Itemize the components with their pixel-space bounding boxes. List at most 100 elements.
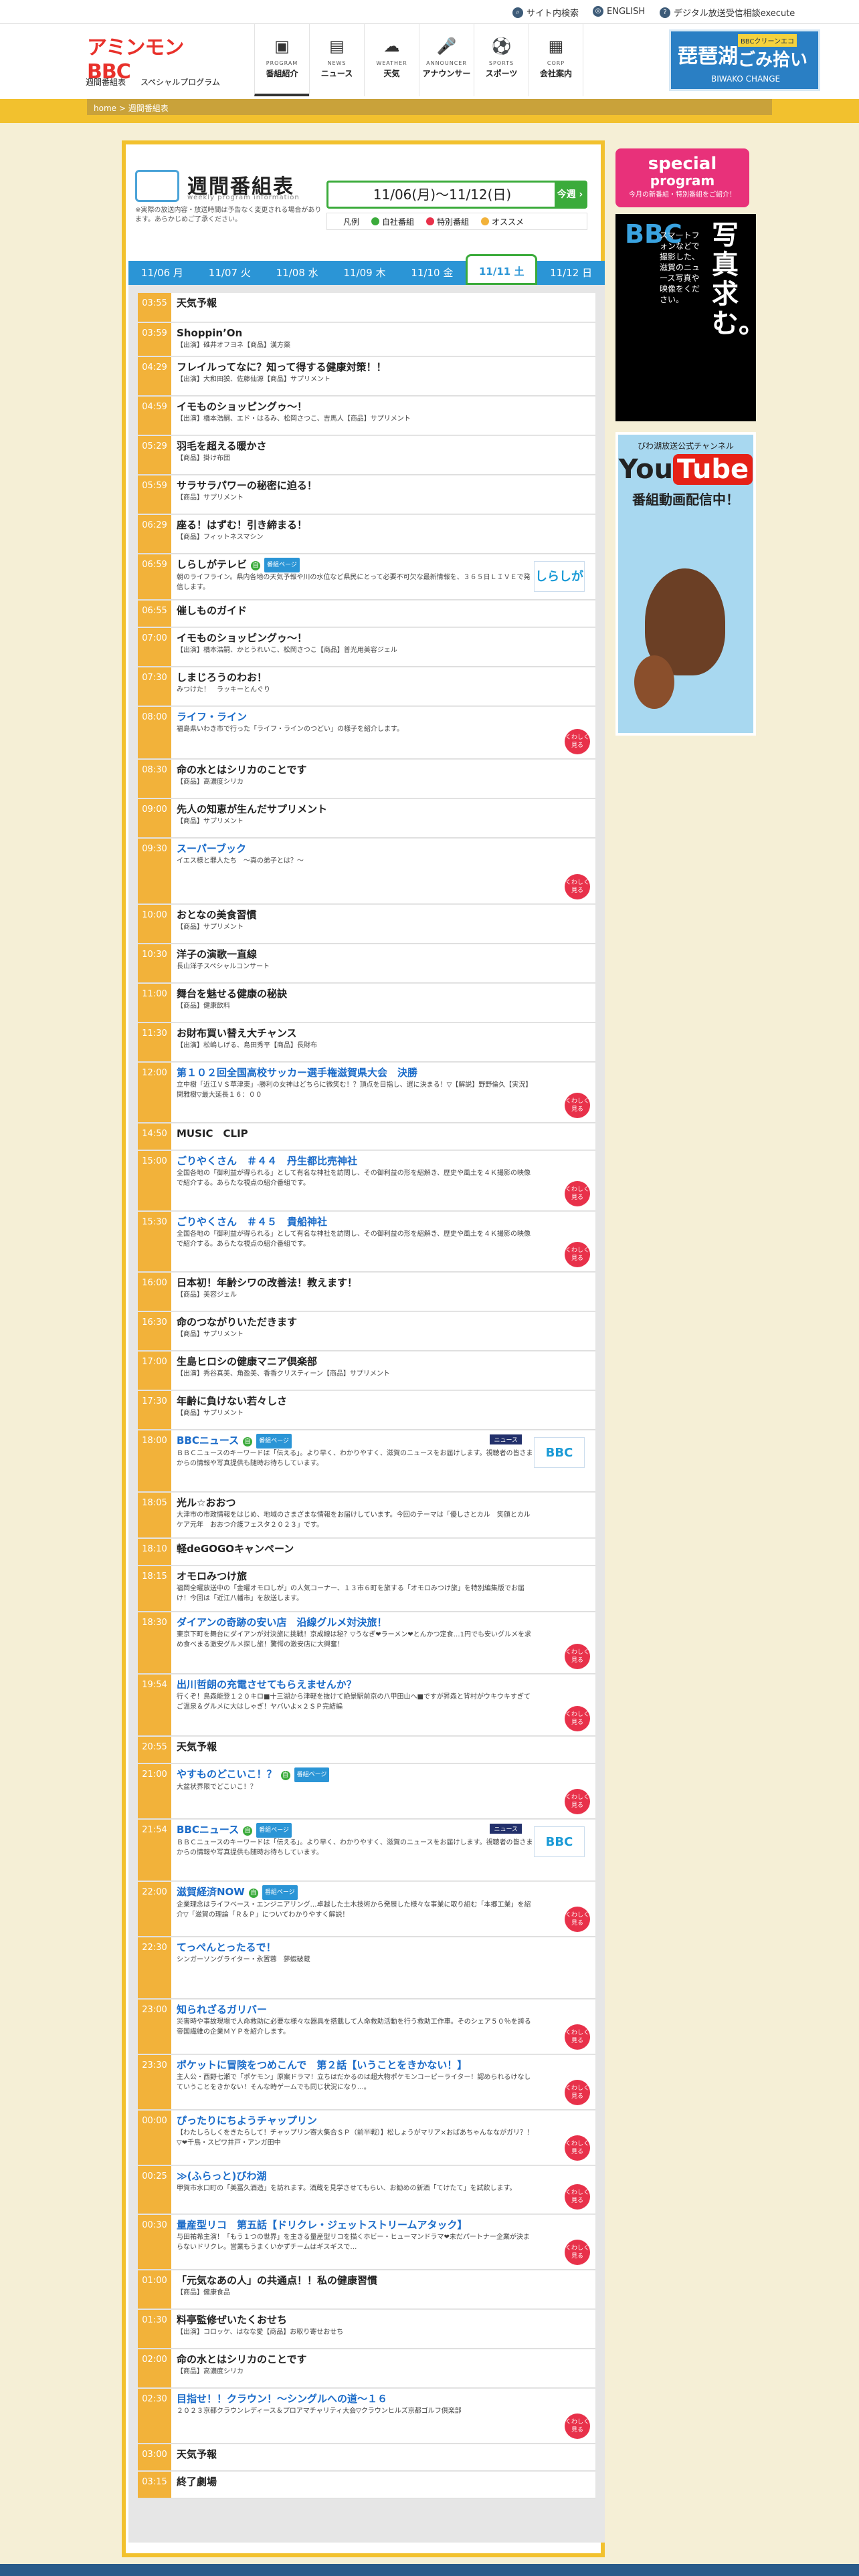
- program-title-text: 知られざるガリバー: [177, 2004, 268, 2016]
- special-program-link[interactable]: スペシャルプログラム: [140, 76, 220, 88]
- program-title[interactable]: ≫(ふらっと)びわ湖: [177, 2169, 535, 2183]
- program-title[interactable]: 第１０２回全国高校サッカー選手権滋賀県大会 決勝: [177, 1065, 535, 1080]
- program-title-text: 滋賀経済NOW: [177, 1886, 245, 1898]
- program-title[interactable]: てっぺんとったるで！: [177, 1940, 535, 1955]
- program-page-badge[interactable]: 番組ページ: [262, 1885, 298, 1900]
- program-title[interactable]: ライフ・ライン: [177, 710, 535, 724]
- program-page-badge[interactable]: 番組ページ: [294, 1767, 330, 1782]
- program-title-text: 命の水とはシリカのことです: [177, 2353, 307, 2365]
- program-desc: 【出演】碓井オフヨネ【商品】漢方薬: [177, 342, 290, 349]
- nav-corp[interactable]: ▦ CORP 会社案内: [529, 24, 583, 96]
- day-tab[interactable]: 11/08 水: [264, 261, 331, 285]
- program-time: 22:00: [138, 1882, 171, 1936]
- program-title[interactable]: 目指せ！！クラウン！〜シングルへの道〜１６: [177, 2391, 535, 2406]
- detail-button[interactable]: くわしく見る: [565, 1907, 590, 1932]
- program-row: 03:00 天気予報: [138, 2444, 595, 2471]
- program-title[interactable]: やすものどこいこ！？自番組ページ: [177, 1767, 535, 1782]
- breadcrumb-home[interactable]: home: [94, 104, 116, 113]
- program-title: 先人の知恵が生んだサプリメント: [177, 802, 535, 817]
- day-tab[interactable]: 11/07 火: [196, 261, 264, 285]
- special-line2: program: [650, 173, 715, 189]
- program-desc: みつけた！ ラッキーとんぐり: [177, 686, 270, 693]
- program-body: 催しものガイド: [177, 601, 595, 621]
- program-title-text: 年齢に負けない若々しさ: [177, 1395, 288, 1407]
- program-title[interactable]: 知られざるガリバー: [177, 2002, 535, 2017]
- program-row: 18:05 光ル☆おおつ 大津市の市政情報をはじめ、地域のさまざまな情報をお届けして…: [138, 1493, 595, 1538]
- day-tab[interactable]: 11/09 木: [331, 261, 399, 285]
- this-week-button[interactable]: 今週 ›: [555, 183, 585, 207]
- program-body: 光ル☆おおつ 大津市の市政情報をはじめ、地域のさまざまな情報をお届けしています。今…: [177, 1493, 595, 1533]
- program-desc: 【商品】サプリメント: [177, 1331, 244, 1338]
- program-desc: ２０２３京都クラウンレディース＆プロアマチャリティ大会▽クラウンヒルズ京都ゴルフ…: [177, 2407, 462, 2415]
- program-body: 天気予報: [177, 1737, 595, 1757]
- program-title[interactable]: 量産型リコ 第五話【ドリクレ・ジェットストリームアタック】: [177, 2218, 535, 2232]
- digital-link[interactable]: ? デジタル放送受信相談execute: [660, 6, 795, 19]
- detail-button[interactable]: くわしく見る: [565, 2024, 590, 2050]
- cleanup-banner[interactable]: 琵琶湖 BBCクリーンエコ ごみ拾い BIWAKO CHANGE: [669, 29, 820, 91]
- weather-icon: ☁: [383, 37, 400, 56]
- detail-button[interactable]: くわしく見る: [565, 2240, 590, 2265]
- program-title[interactable]: BBCニュース自番組ページ: [177, 1433, 535, 1448]
- day-tab[interactable]: 11/10 金: [398, 261, 466, 285]
- day-tab[interactable]: 11/06 月: [128, 261, 196, 285]
- program-body: ≫(ふらっと)びわ湖 甲賀市水口町の「美冨久酒造」を訪れます。酒蔵を見学させてもら…: [177, 2166, 595, 2196]
- program-title[interactable]: ごりやくさん ＃４５ 貴船神社: [177, 1214, 535, 1229]
- program-row: 19:54 出川哲朗の充電させてもらえませんか？ 行くぞ！鳥森能登１２０キロ■十三湖…: [138, 1675, 595, 1736]
- program-title-text: オモロみつけ旅: [177, 1570, 248, 1582]
- weekly-program-link[interactable]: 週間番組表: [86, 76, 126, 88]
- program-title[interactable]: BBCニュース自番組ページ: [177, 1822, 535, 1838]
- nav-news[interactable]: ▤ NEWS ニュース: [309, 24, 364, 96]
- detail-button[interactable]: くわしく見る: [565, 1789, 590, 1814]
- program-time: 18:15: [138, 1566, 171, 1611]
- legend-own-label: 自社番組: [382, 217, 415, 227]
- program-page-badge[interactable]: 番組ページ: [264, 558, 300, 572]
- program-desc: 全国各地の「御利益が得られる」として有名な神社を訪問し、その御利益の形を紹解き、…: [177, 1230, 531, 1248]
- program-list: 03:55 天気予報 03:59 ShoppinʼOn 【出演】碓井オフヨネ【商品】漢方…: [128, 285, 605, 2543]
- program-title[interactable]: ぴったりにちようチャップリン: [177, 2113, 535, 2128]
- detail-button[interactable]: くわしく見る: [565, 1242, 590, 1267]
- site-search-link[interactable]: ⌕ サイト内検索: [512, 6, 579, 19]
- program-title-text: しらしがテレビ: [177, 558, 248, 570]
- detail-button[interactable]: くわしく見る: [565, 2184, 590, 2210]
- tv-icon: [135, 170, 179, 202]
- program-desc: 与田祐希主演！「もう１つの世界」を主きる量産型リコを描くホビー・ヒューマンドラマ…: [177, 2234, 530, 2251]
- program-title[interactable]: スーパーブック: [177, 841, 535, 856]
- program-time: 16:30: [138, 1312, 171, 1350]
- program-title: 日本初！年齢シワの改善法！教えます！: [177, 1275, 535, 1290]
- detail-button[interactable]: くわしく見る: [565, 874, 590, 899]
- program-title-text: ダイアンの奇跡の安い店 沿線グルメ対決旅！: [177, 1616, 387, 1628]
- detail-button[interactable]: くわしく見る: [565, 729, 590, 754]
- detail-button[interactable]: くわしく見る: [565, 2135, 590, 2161]
- detail-button[interactable]: くわしく見る: [565, 1706, 590, 1731]
- detail-button[interactable]: くわしく見る: [565, 2080, 590, 2105]
- photo-request-banner[interactable]: BBC スマートフォンなどで撮影した、滋賀のニュース写真や映像をください。 写真…: [615, 214, 765, 421]
- day-tab[interactable]: 11/11 土: [466, 254, 538, 285]
- detail-button[interactable]: くわしく見る: [565, 1644, 590, 1669]
- news-tag: ニュース: [490, 1824, 522, 1834]
- program-title[interactable]: 滋賀経済NOW 自番組ページ: [177, 1885, 535, 1900]
- day-tab[interactable]: 11/12 日: [537, 261, 605, 285]
- program-title[interactable]: 出川哲朗の充電させてもらえませんか？: [177, 1677, 535, 1692]
- detail-button[interactable]: くわしく見る: [565, 1093, 590, 1118]
- special-program-banner[interactable]: special program 今月の新番組・特別番組をご紹介！: [615, 148, 749, 207]
- program-title: 命の水とはシリカのことです: [177, 762, 535, 777]
- program-body: BBCニュース自番組ページ ＢＢＣニュースのキーワードは「伝える」。より早く、わか…: [177, 1430, 595, 1471]
- english-link[interactable]: ◎ ENGLISH: [593, 6, 645, 17]
- site-logo[interactable]: アミンモンBBC: [87, 31, 214, 84]
- program-desc: 大盆状界限でどこいこ！？: [177, 1784, 257, 1791]
- youtube-banner[interactable]: びわ湖放送公式チャンネル You Tube 番組動画配信中！: [615, 432, 756, 736]
- program-title[interactable]: ダイアンの奇跡の安い店 沿線グルメ対決旅！: [177, 1615, 535, 1630]
- program-body: 洋子の演歌一直線 長山洋子スペシャルコンサート: [177, 944, 595, 974]
- nav-weather[interactable]: ☁ WEATHER 天気: [364, 24, 419, 96]
- program-title[interactable]: ポケットに冒険をつめこんで 第２話【いうことをきかない！】: [177, 2058, 535, 2072]
- nav-sports[interactable]: ⚽ SPORTS スポーツ: [474, 24, 529, 96]
- program-page-badge[interactable]: 番組ページ: [256, 1434, 292, 1448]
- nav-program[interactable]: ▣ PROGRAM 番組紹介: [254, 24, 309, 96]
- building-icon: ▦: [548, 37, 564, 56]
- detail-button[interactable]: くわしく見る: [565, 1181, 590, 1206]
- nav-announcer[interactable]: 🎤 ANNOUNCER アナウンサー: [419, 24, 474, 96]
- program-page-badge[interactable]: 番組ページ: [256, 1823, 292, 1838]
- detail-button[interactable]: くわしく見る: [565, 2413, 590, 2439]
- program-time: 03:59: [138, 323, 171, 356]
- program-title[interactable]: ごりやくさん ＃４４ 丹生都比売神社: [177, 1154, 535, 1168]
